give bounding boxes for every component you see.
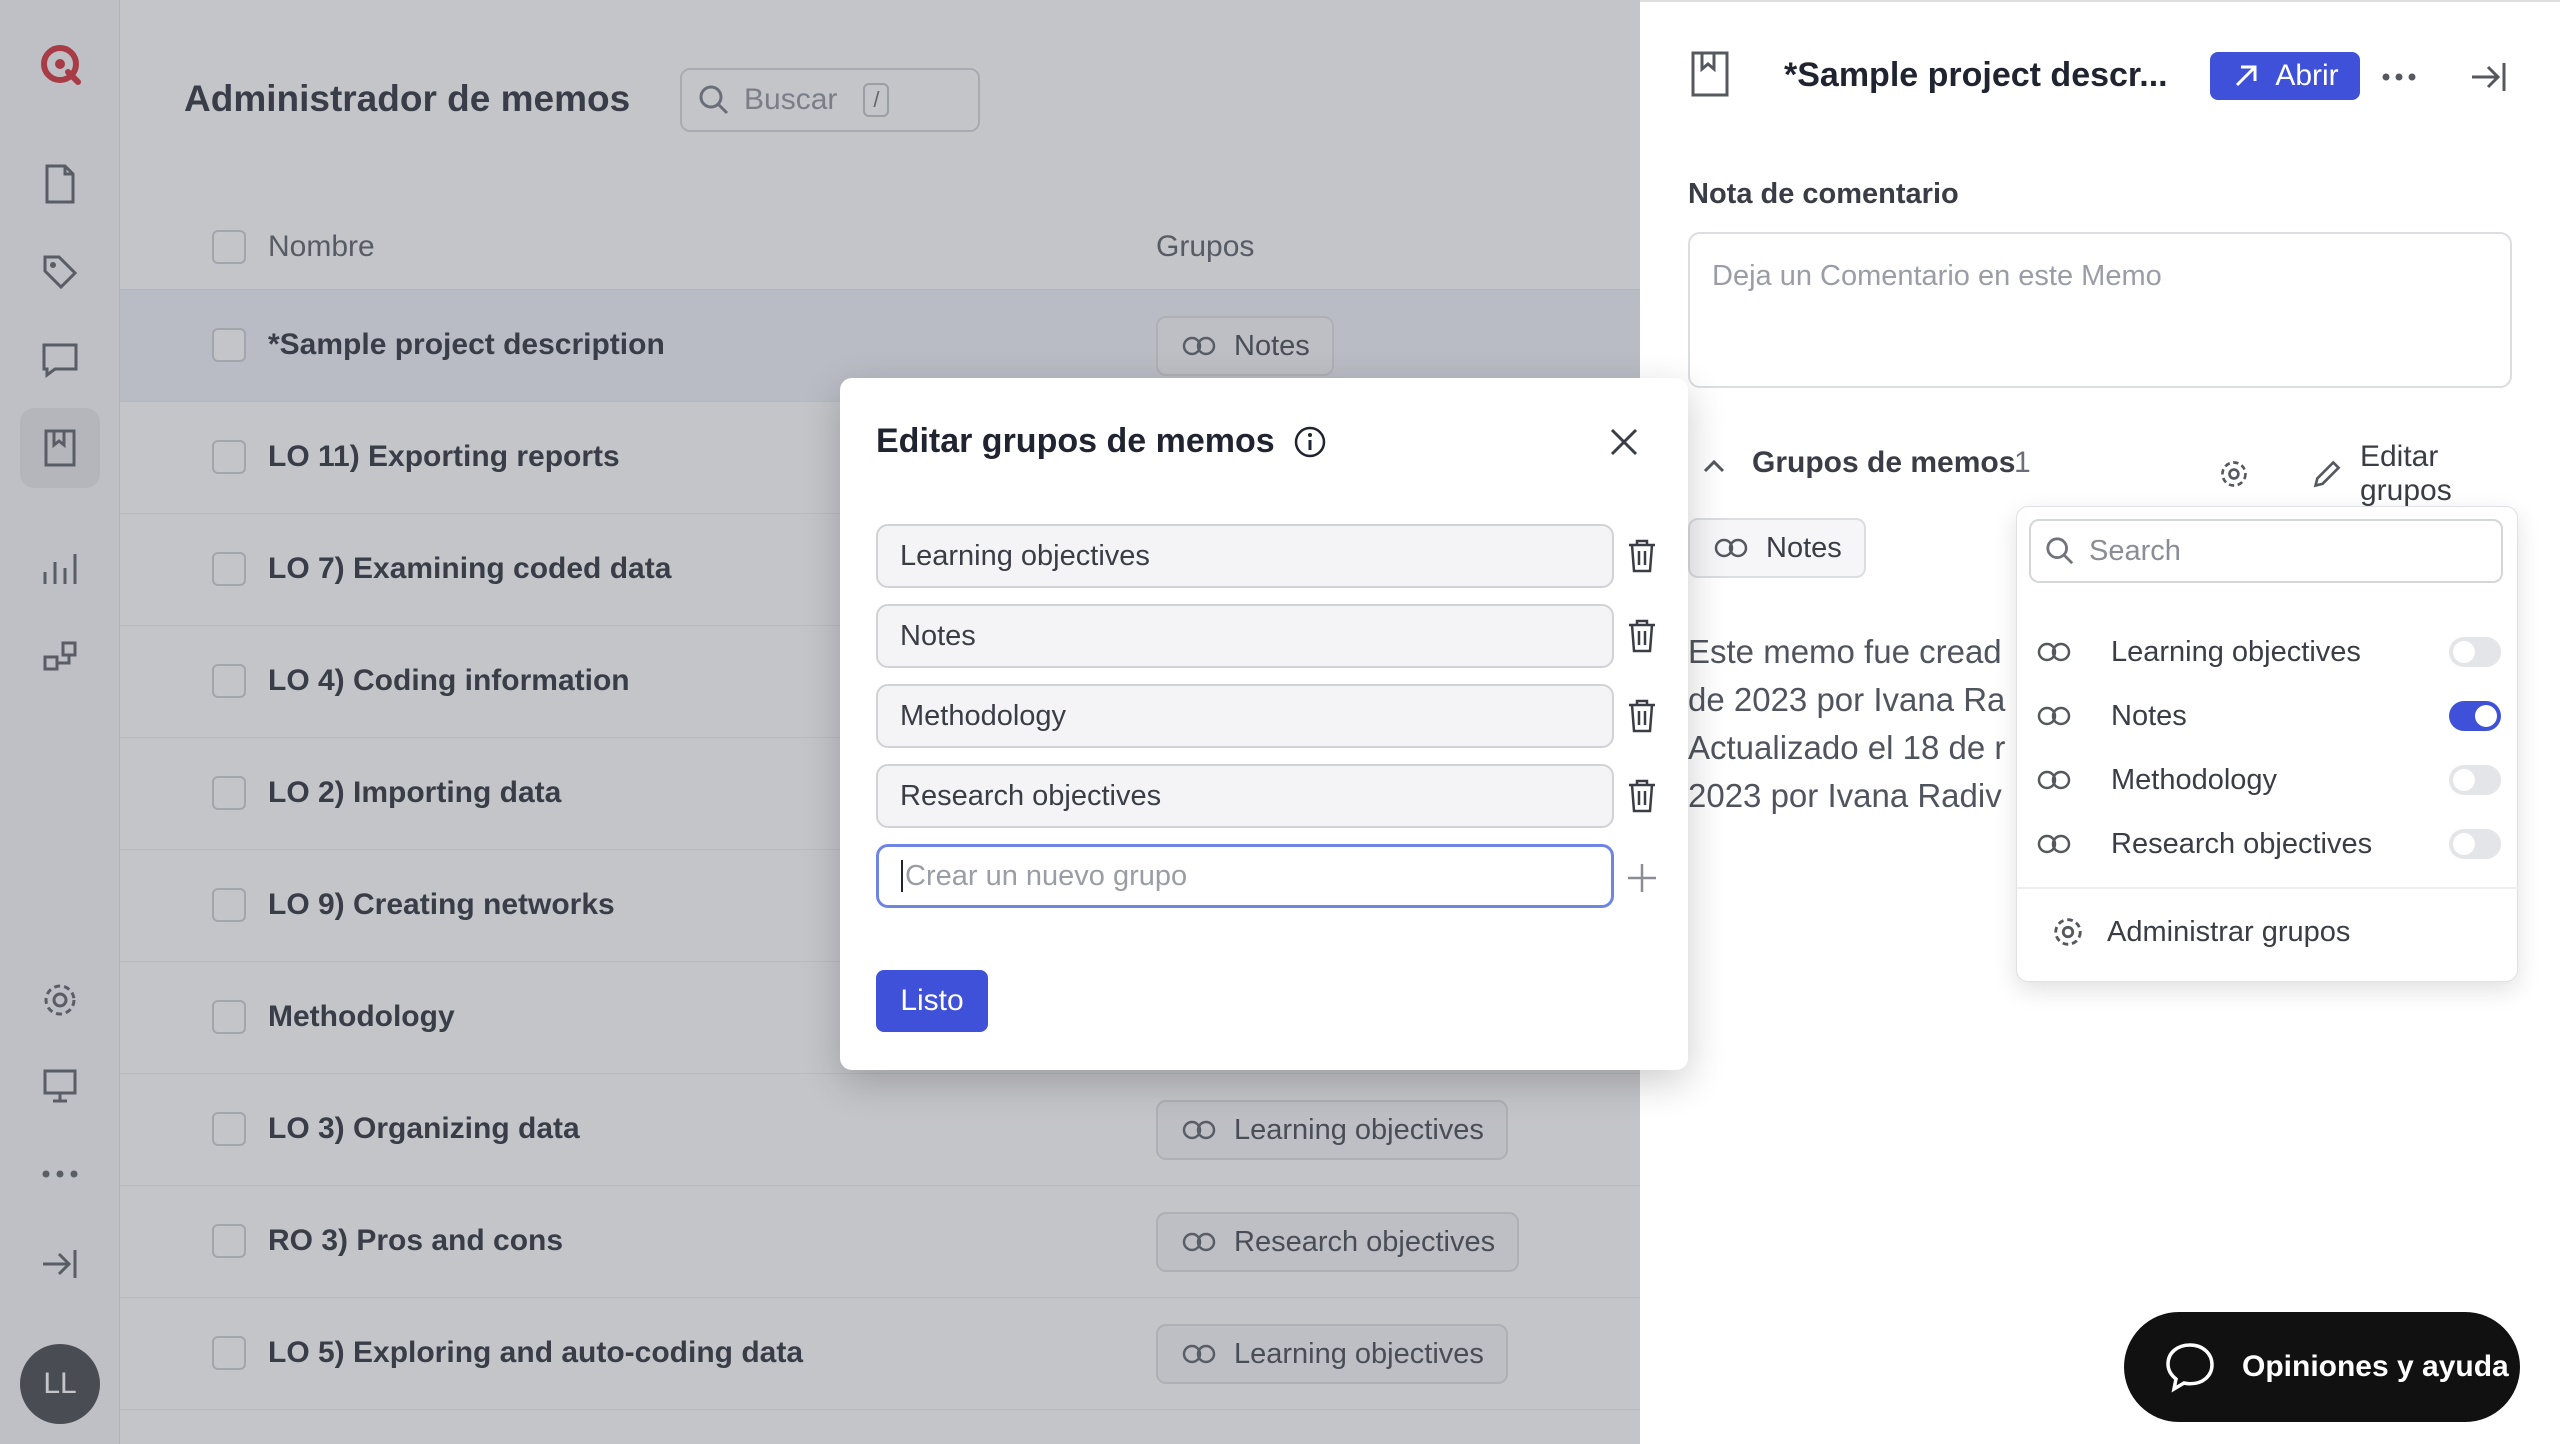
- memo-groups-count: 1: [2014, 446, 2031, 479]
- info-icon[interactable]: [1293, 425, 1327, 459]
- delete-group-button[interactable]: [1620, 534, 1664, 578]
- done-button[interactable]: Listo: [876, 970, 988, 1032]
- memo-book-icon: [1691, 51, 1729, 97]
- dialog-title-text: Editar grupos de memos: [876, 422, 1275, 460]
- group-toggle[interactable]: [2449, 637, 2501, 667]
- group-name-value: Research objectives: [900, 779, 1162, 812]
- memo-groups-header: Grupos de memos 1 Editar grupos: [1688, 440, 2518, 507]
- feedback-help-button[interactable]: Opiniones y ayuda: [2124, 1312, 2520, 1422]
- search-icon: [2046, 537, 2074, 565]
- manage-groups-label: Administrar grupos: [2107, 915, 2351, 948]
- new-group-input[interactable]: Crear un nuevo grupo: [876, 844, 1614, 908]
- dropdown-item[interactable]: Methodology: [2037, 755, 2501, 805]
- group-icon: [2037, 706, 2071, 726]
- open-memo-label: Abrir: [2275, 59, 2339, 92]
- feedback-label: Opiniones y ayuda: [2242, 1350, 2509, 1383]
- group-icon: [2037, 834, 2071, 854]
- comment-placeholder: Deja un Comentario en este Memo: [1712, 260, 2162, 292]
- text-caret: [901, 860, 903, 892]
- dropdown-search-input[interactable]: Search: [2029, 519, 2503, 583]
- group-icon: [2037, 642, 2071, 662]
- memo-info-line: de 2023 por Ivana Ra: [1688, 681, 2006, 718]
- group-name-value: Notes: [900, 619, 976, 652]
- group-name-value: Learning objectives: [900, 539, 1150, 572]
- dropdown-item-label: Learning objectives: [2111, 635, 2361, 668]
- manage-groups-item[interactable]: Administrar grupos: [2051, 915, 2350, 949]
- dropdown-item[interactable]: Notes: [2037, 691, 2501, 741]
- group-toggle[interactable]: [2449, 829, 2501, 859]
- group-name-field[interactable]: Methodology: [876, 684, 1614, 748]
- group-name-field[interactable]: Learning objectives: [876, 524, 1614, 588]
- assigned-group-label: Notes: [1766, 531, 1842, 564]
- memo-groups-label: Grupos de memos: [1752, 446, 2016, 479]
- group-name-field[interactable]: Notes: [876, 604, 1614, 668]
- trash-icon: [1629, 539, 1655, 573]
- close-panel-icon[interactable]: [2470, 60, 2508, 94]
- chat-bubble-icon: [2166, 1343, 2214, 1393]
- new-group-placeholder: Crear un nuevo grupo: [905, 859, 1188, 892]
- trash-icon: [1629, 779, 1655, 813]
- memo-info-line: Este memo fue cread: [1688, 633, 2002, 670]
- group-name-value: Methodology: [900, 699, 1067, 732]
- edit-groups-label: Editar grupos: [2359, 440, 2452, 507]
- pencil-icon: [2313, 460, 2341, 488]
- dropdown-item-label: Research objectives: [2111, 827, 2373, 860]
- more-options-icon[interactable]: [2382, 72, 2416, 82]
- memo-info-line: Actualizado el 18 de r: [1688, 729, 2006, 766]
- settings-gear-icon: [2054, 918, 2082, 946]
- settings-gear-icon[interactable]: [2218, 456, 2250, 492]
- delete-group-button[interactable]: [1620, 694, 1664, 738]
- comment-field[interactable]: Deja un Comentario en este Memo: [1688, 232, 2512, 388]
- trash-icon: [1629, 619, 1655, 653]
- dropdown-search-placeholder: Search: [2089, 534, 2181, 567]
- delete-group-button[interactable]: [1620, 774, 1664, 818]
- group-icon: [1714, 538, 1748, 558]
- divider: [1640, 0, 2560, 2]
- assigned-group-chip: Notes: [1688, 518, 1866, 578]
- dropdown-item[interactable]: Research objectives: [2037, 819, 2501, 869]
- dropdown-item-label: Notes: [2111, 699, 2187, 732]
- memo-info-line: 2023 por Ivana Radiv: [1688, 777, 2002, 814]
- dialog-title: Editar grupos de memos: [876, 422, 1327, 461]
- trash-icon: [1629, 699, 1655, 733]
- close-icon[interactable]: [1604, 422, 1644, 462]
- group-toggle[interactable]: [2449, 765, 2501, 795]
- add-group-plus-icon[interactable]: [1622, 858, 1662, 898]
- divider: [2017, 887, 2519, 889]
- dropdown-item[interactable]: Learning objectives: [2037, 627, 2501, 677]
- group-icon: [2037, 770, 2071, 790]
- comment-label: Nota de comentario: [1688, 178, 1959, 210]
- memo-title: *Sample project descr...: [1784, 56, 2168, 94]
- group-toggle[interactable]: [2449, 701, 2501, 731]
- dropdown-item-label: Methodology: [2111, 763, 2278, 796]
- external-arrow-icon: [2236, 65, 2257, 87]
- open-memo-button[interactable]: Abrir: [2210, 52, 2360, 100]
- memo-info-text: Este memo fue cread de 2023 por Ivana Ra…: [1688, 628, 2048, 820]
- group-name-field[interactable]: Research objectives: [876, 764, 1614, 828]
- chevron-up-icon[interactable]: [1702, 458, 1726, 474]
- delete-group-button[interactable]: [1620, 614, 1664, 658]
- edit-memo-groups-dialog: Editar grupos de memos Learning objectiv…: [840, 378, 1688, 1070]
- groups-dropdown: Search Learning objectives Notes Methodo…: [2016, 506, 2519, 982]
- edit-groups-button[interactable]: Editar grupos: [2218, 440, 2518, 508]
